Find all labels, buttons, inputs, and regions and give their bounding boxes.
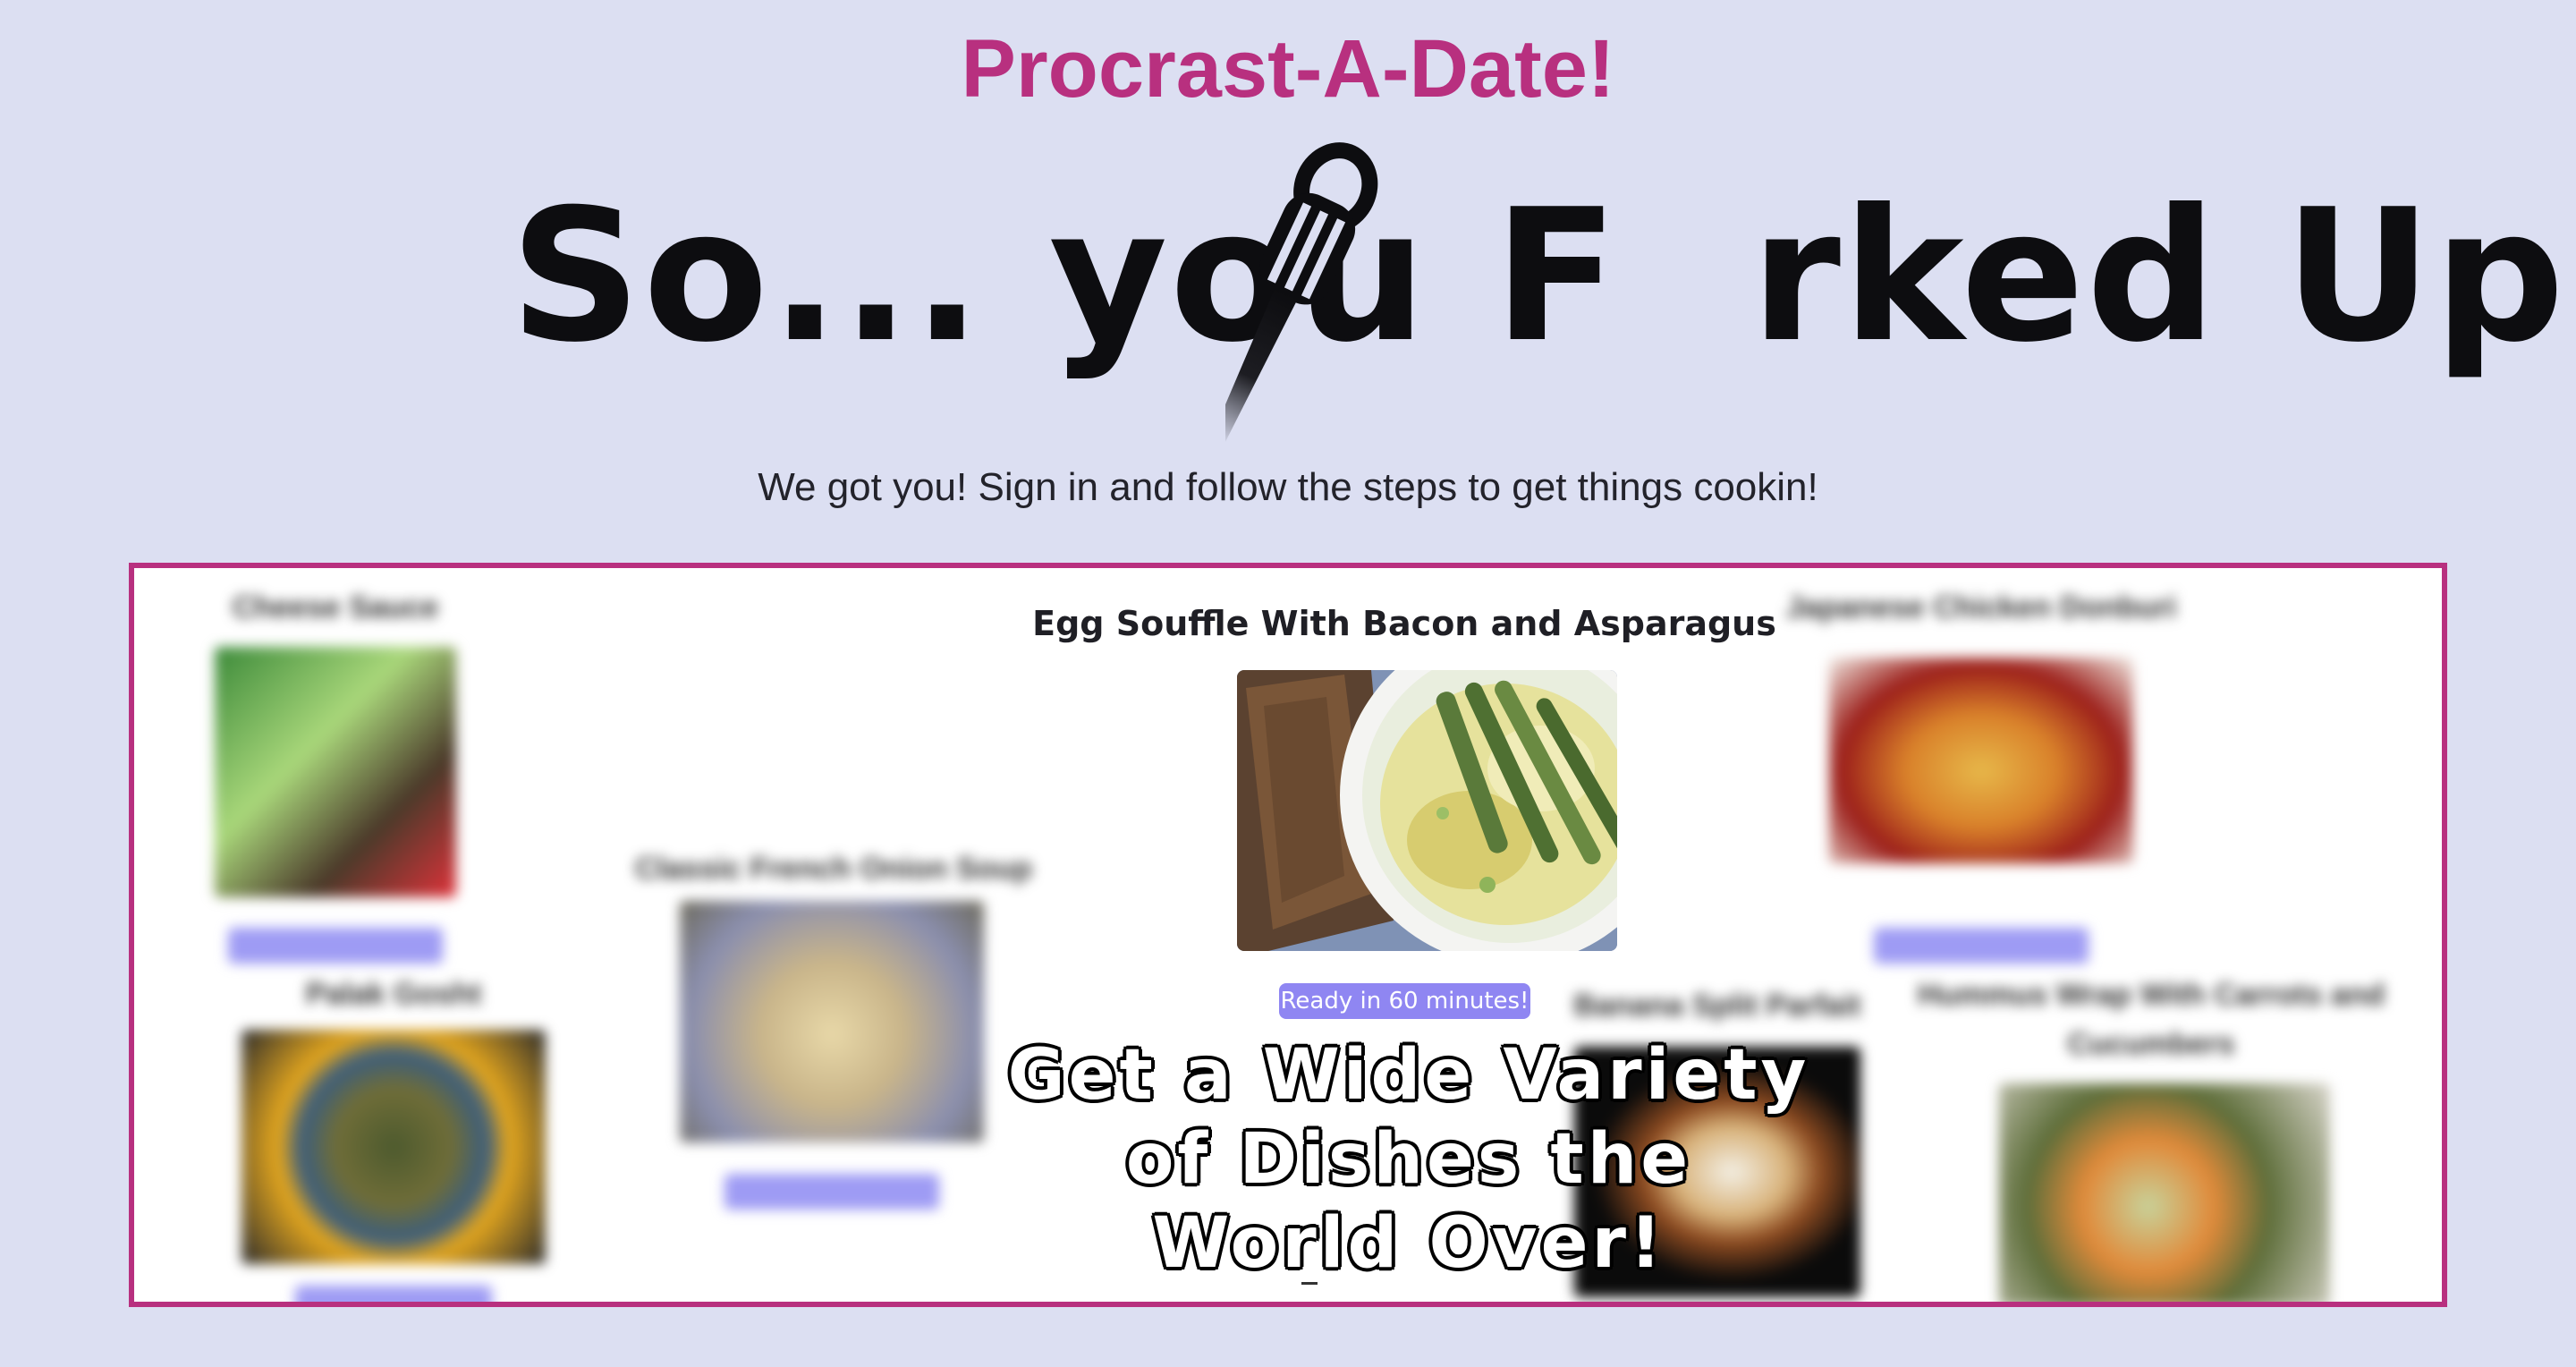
- ready-badge: Ready in 60 minutes!: [1279, 983, 1530, 1019]
- ready-badge: [228, 928, 443, 964]
- promo-line: of Dishes the: [1125, 1119, 1692, 1200]
- fork-icon: [1225, 142, 1378, 447]
- ready-badge: [724, 1174, 939, 1210]
- recipe-image: [215, 647, 456, 897]
- recipe-image: [1829, 658, 2133, 863]
- promo-message: Get a Wide Variety of Dishes the World O…: [939, 1033, 1878, 1302]
- tagline: We got you! Sign in and follow the steps…: [758, 465, 1818, 509]
- recipe-showcase: Cheese Sauce Classic French Onion Soup P…: [129, 563, 2447, 1307]
- souffle-illustration: [1237, 670, 1617, 951]
- recipe-title: Hummus Wrap With Carrots and Cucumbers: [1917, 978, 2385, 1061]
- featured-recipe-image: [1237, 670, 1617, 951]
- carousel-indicator[interactable]: [1301, 1282, 1318, 1285]
- recipe-card: Cheese Sauce: [188, 586, 483, 971]
- recipe-title: Cheese Sauce: [232, 590, 439, 624]
- recipe-card: Palak Gosht: [242, 972, 546, 1302]
- featured-recipe-card[interactable]: Egg Souffle With Bacon and Asparagus Rea…: [939, 597, 1869, 1026]
- recipe-image: [242, 1030, 546, 1264]
- promo-line: Get a Wide Variety: [1007, 1035, 1810, 1116]
- site-logo: So... you F rked Up: [510, 134, 2564, 456]
- recipe-title: Palak Gosht: [305, 977, 482, 1011]
- featured-recipe-title: Egg Souffle With Bacon and Asparagus: [1032, 604, 1776, 643]
- promo-line: World Over!: [1152, 1203, 1665, 1284]
- recipe-image: [1999, 1083, 2330, 1302]
- ready-badge: [295, 1286, 492, 1302]
- recipe-image: [680, 901, 984, 1142]
- recipe-card: Hummus Wrap With Carrots and Cucumbers: [1874, 971, 2428, 1302]
- app-title: Procrast-A-Date!: [961, 23, 1615, 115]
- ready-badge: [1874, 928, 2089, 964]
